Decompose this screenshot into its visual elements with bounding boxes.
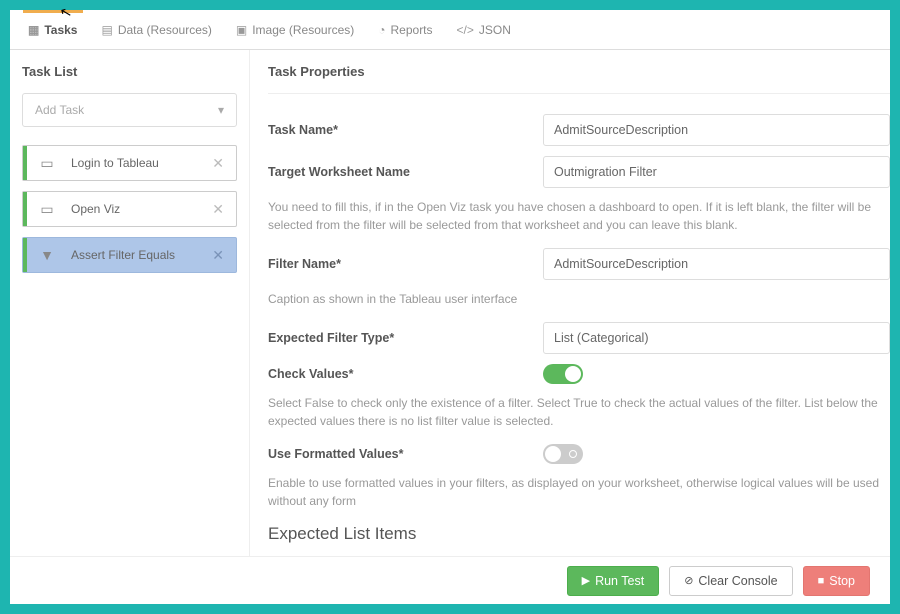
add-task-dropdown[interactable]: Add Task ▾	[22, 93, 237, 127]
content-title: Task Properties	[268, 64, 890, 79]
close-icon[interactable]: ✕	[208, 247, 228, 264]
field-target-ws: Target Worksheet Name Outmigration Filte…	[268, 156, 890, 188]
footer: ▶ Run Test ⊘ Clear Console ■ Stop	[10, 556, 890, 604]
label: Check Values*	[268, 367, 543, 381]
tab-label: Data (Resources)	[118, 23, 212, 37]
tab-bar: ▦ Tasks ▤ Data (Resources) ▣ Image (Reso…	[10, 10, 890, 50]
use-formatted-toggle[interactable]	[543, 444, 583, 464]
content-panel: Task Properties Task Name* AdmitSourceDe…	[250, 50, 890, 556]
add-task-placeholder: Add Task	[35, 103, 84, 117]
stop-icon: ■	[818, 575, 825, 587]
label: Target Worksheet Name	[268, 165, 543, 179]
main: Task List Add Task ▾ ▭ Login to Tableau …	[10, 50, 890, 556]
tab-data[interactable]: ▤ Data (Resources)	[89, 10, 223, 49]
filter-icon: ▼	[37, 247, 57, 263]
help-text: Select False to check only the existence…	[268, 394, 890, 430]
run-test-button[interactable]: ▶ Run Test	[567, 566, 660, 596]
active-tab-indicator	[23, 10, 83, 13]
task-label: Login to Tableau	[71, 156, 208, 170]
button-label: Run Test	[595, 574, 644, 588]
tasks-icon: ▦	[28, 23, 39, 37]
expected-type-select[interactable]: List (Categorical)	[543, 322, 890, 354]
task-item-openviz[interactable]: ▭ Open Viz ✕	[22, 191, 237, 227]
filter-name-input[interactable]: AdmitSourceDescription	[543, 248, 890, 280]
tab-label: Reports	[391, 23, 433, 37]
task-status-bar	[23, 238, 27, 272]
expected-items-title: Expected List Items	[268, 524, 890, 544]
task-label: Open Viz	[71, 202, 208, 216]
field-task-name: Task Name* AdmitSourceDescription	[268, 114, 890, 146]
label: Expected Filter Type*	[268, 331, 543, 345]
image-icon: ▣	[236, 23, 247, 37]
clear-console-button[interactable]: ⊘ Clear Console	[669, 566, 792, 596]
properties-form: Task Name* AdmitSourceDescription Target…	[268, 114, 890, 556]
help-text: Caption as shown in the Tableau user int…	[268, 290, 890, 308]
app-window: ↖ ▦ Tasks ▤ Data (Resources) ▣ Image (Re…	[10, 10, 890, 604]
tab-label: JSON	[479, 23, 511, 37]
help-text: Enable to use formatted values in your f…	[268, 474, 890, 510]
task-label: Assert Filter Equals	[71, 248, 208, 262]
label: Use Formatted Values*	[268, 447, 543, 461]
task-name-input[interactable]: AdmitSourceDescription	[543, 114, 890, 146]
reports-icon: ◔	[378, 23, 385, 37]
task-status-bar	[23, 192, 27, 226]
help-text: You need to fill this, if in the Open Vi…	[268, 198, 890, 234]
chevron-down-icon: ▾	[218, 103, 224, 117]
close-icon[interactable]: ✕	[208, 155, 228, 172]
task-item-login[interactable]: ▭ Login to Tableau ✕	[22, 145, 237, 181]
field-expected-type: Expected Filter Type* List (Categorical)	[268, 322, 890, 354]
tab-tasks[interactable]: ▦ Tasks	[16, 10, 89, 49]
task-icon: ▭	[37, 201, 57, 218]
tab-reports[interactable]: ◔ Reports	[366, 10, 444, 49]
play-icon: ▶	[582, 574, 590, 587]
tab-label: Image (Resources)	[252, 23, 354, 37]
field-filter-name: Filter Name* AdmitSourceDescription	[268, 248, 890, 280]
sidebar-title: Task List	[22, 64, 237, 79]
label: Task Name*	[268, 123, 543, 137]
task-icon: ▭	[37, 155, 57, 172]
stop-button[interactable]: ■ Stop	[803, 566, 870, 596]
field-use-formatted: Use Formatted Values*	[268, 444, 890, 464]
button-label: Stop	[829, 574, 855, 588]
target-ws-input[interactable]: Outmigration Filter	[543, 156, 890, 188]
task-item-assert-filter[interactable]: ▼ Assert Filter Equals ✕	[22, 237, 237, 273]
button-label: Clear Console	[698, 574, 777, 588]
check-values-toggle[interactable]	[543, 364, 583, 384]
clear-icon: ⊘	[684, 574, 693, 587]
field-check-values: Check Values*	[268, 364, 890, 384]
tab-label: Tasks	[44, 23, 77, 37]
close-icon[interactable]: ✕	[208, 201, 228, 218]
json-icon: </>	[457, 23, 474, 37]
label: Filter Name*	[268, 257, 543, 271]
task-status-bar	[23, 146, 27, 180]
data-icon: ▤	[101, 23, 112, 37]
tab-image[interactable]: ▣ Image (Resources)	[224, 10, 366, 49]
divider	[268, 93, 890, 94]
tab-json[interactable]: </> JSON	[445, 10, 523, 49]
sidebar: Task List Add Task ▾ ▭ Login to Tableau …	[10, 50, 250, 556]
